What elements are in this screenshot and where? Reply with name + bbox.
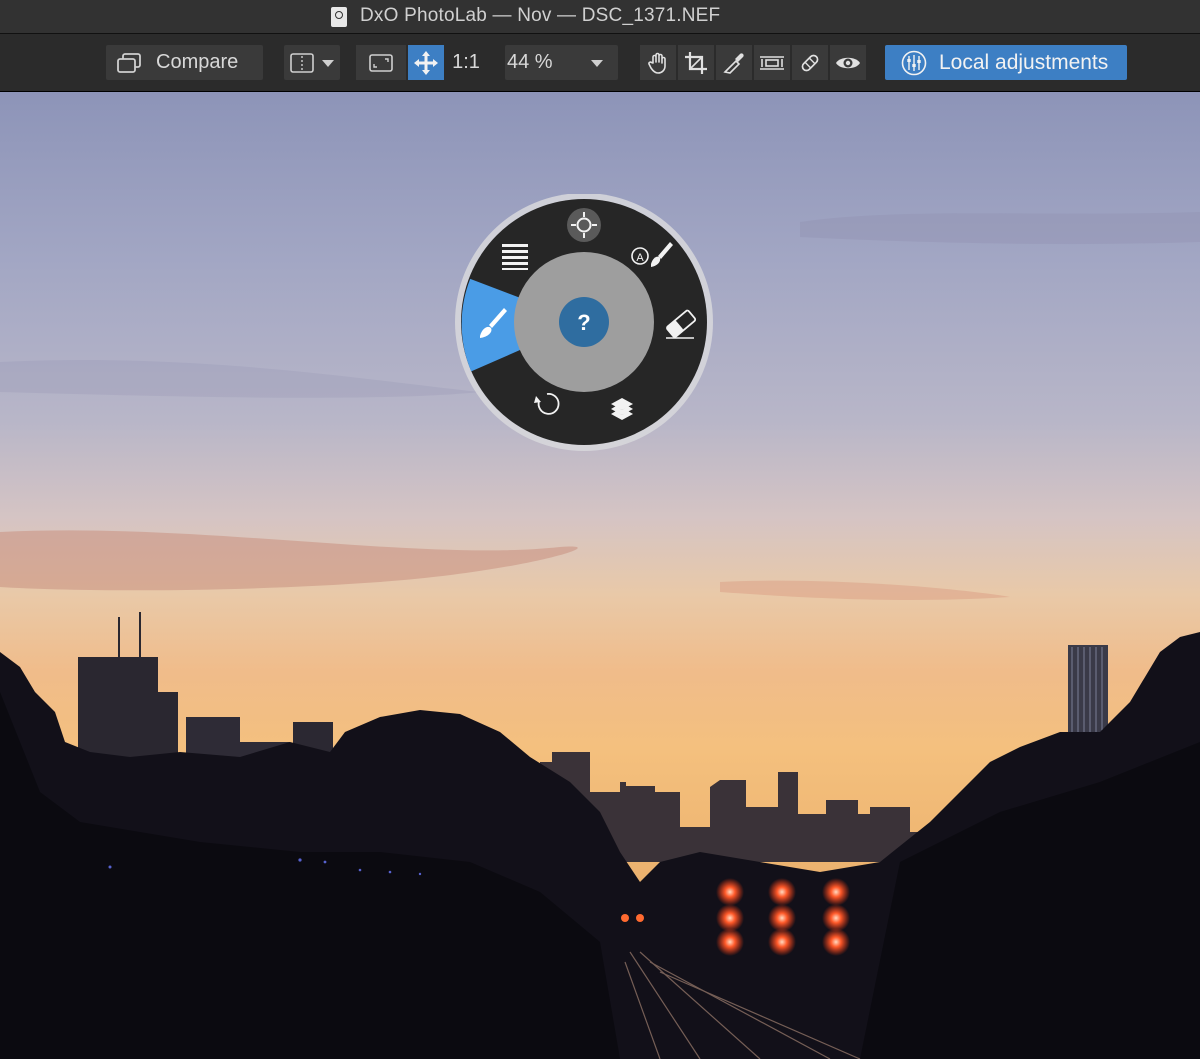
local-adjustments-wheel: ? A bbox=[454, 193, 714, 459]
zoom-100-button[interactable]: 1:1 bbox=[446, 45, 486, 80]
preview-toggle-button[interactable] bbox=[830, 45, 866, 80]
horizon-tool-button[interactable] bbox=[754, 45, 790, 80]
compare-button[interactable]: Compare bbox=[106, 45, 263, 80]
move-button[interactable] bbox=[408, 45, 444, 80]
split-view-button[interactable] bbox=[284, 45, 340, 80]
split-view-icon bbox=[290, 52, 314, 73]
local-adjustments-icon bbox=[901, 50, 927, 75]
title-bar: DxO PhotoLab — Nov — DSC_1371.NEF bbox=[0, 0, 1200, 34]
zoom-selector[interactable]: 44 % bbox=[505, 45, 618, 80]
move-icon bbox=[414, 50, 438, 75]
eyedropper-tool-button[interactable] bbox=[716, 45, 752, 80]
toolbar: Compare 1:1 44 % Local adjustments bbox=[0, 34, 1200, 92]
crop-tool-button[interactable] bbox=[678, 45, 714, 80]
svg-text:A: A bbox=[636, 252, 644, 264]
zoom-value: 44 % bbox=[507, 51, 553, 73]
tool-group bbox=[640, 45, 868, 80]
chevron-down-icon[interactable] bbox=[590, 58, 604, 68]
hand-tool-button[interactable] bbox=[640, 45, 676, 80]
horizon-icon bbox=[760, 55, 784, 70]
hand-icon bbox=[648, 52, 666, 74]
help-label: ? bbox=[577, 310, 590, 335]
crop-icon bbox=[685, 51, 707, 74]
window-title: DxO PhotoLab — Nov — DSC_1371.NEF bbox=[360, 5, 721, 26]
compare-icon bbox=[117, 52, 141, 73]
compare-label: Compare bbox=[156, 51, 239, 73]
chevron-down-icon[interactable] bbox=[321, 58, 335, 68]
local-adjustments-label: Local adjustments bbox=[939, 50, 1109, 74]
repair-icon bbox=[801, 54, 819, 71]
eye-icon bbox=[836, 57, 860, 68]
fit-screen-button[interactable] bbox=[356, 45, 406, 80]
nef-file-icon bbox=[331, 7, 347, 27]
eyedropper-icon bbox=[723, 52, 744, 74]
help-button[interactable]: ? bbox=[559, 297, 609, 347]
fit-screen-icon bbox=[369, 53, 393, 72]
zoom-group: 1:1 bbox=[356, 45, 486, 80]
repair-tool-button[interactable] bbox=[792, 45, 828, 80]
control-point-icon[interactable] bbox=[567, 208, 601, 242]
local-adjustments-button[interactable]: Local adjustments bbox=[885, 45, 1127, 80]
